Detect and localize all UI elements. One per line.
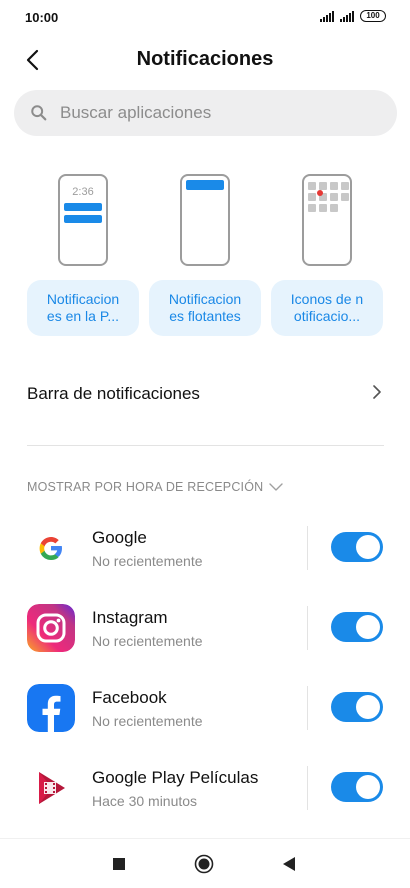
home-circle-icon	[194, 854, 214, 874]
battery-icon: 100	[360, 10, 386, 22]
signal-icon	[320, 10, 334, 22]
app-name: Google Play Películas	[92, 768, 259, 787]
app-name: Instagram	[92, 608, 168, 627]
app-last-notification: No recientemente	[92, 713, 203, 729]
recents-button[interactable]	[112, 857, 126, 876]
play-movies-notifications-toggle[interactable]	[331, 772, 383, 802]
navigation-bar	[0, 838, 410, 888]
app-row-instagram[interactable]: Instagram No recientemente	[0, 600, 410, 668]
sort-dropdown[interactable]: MOSTRAR POR HORA DE RECEPCIÓN	[27, 480, 284, 494]
signal-icon-2	[340, 10, 354, 22]
preview-time: 2:36	[72, 186, 94, 198]
triangle-back-icon	[283, 857, 295, 871]
floating-preview-icon	[180, 174, 230, 266]
row-separator	[307, 686, 308, 730]
app-last-notification: Hace 30 minutos	[92, 793, 198, 809]
notification-styles: 2:36 Notificaciones en la P... Notificac…	[0, 174, 410, 344]
lockscreen-notifications-label: Notificaciones en la P...	[46, 291, 120, 324]
status-icons: 100	[320, 10, 386, 22]
page-title: Notificaciones	[136, 48, 274, 70]
google-icon	[27, 524, 75, 572]
notification-bar-setting[interactable]: Barra de notificaciones	[0, 368, 410, 418]
facebook-icon	[27, 684, 75, 732]
instagram-notifications-toggle[interactable]	[331, 612, 383, 642]
home-button[interactable]	[194, 854, 214, 879]
chevron-down-icon	[269, 483, 284, 491]
chevron-right-icon	[373, 385, 381, 399]
search-icon	[31, 105, 47, 121]
app-row-facebook[interactable]: Facebook No recientemente	[0, 680, 410, 748]
instagram-icon	[27, 604, 75, 652]
google-notifications-toggle[interactable]	[331, 532, 383, 562]
app-name: Facebook	[92, 688, 167, 707]
status-time: 10:00	[25, 10, 59, 25]
row-separator	[307, 606, 308, 650]
notification-badges-button[interactable]: Iconos de notificacio...	[271, 280, 383, 336]
app-last-notification: No recientemente	[92, 633, 203, 649]
notification-bar-label: Barra de notificaciones	[27, 384, 200, 403]
floating-notifications-button[interactable]: Notificaciones flotantes	[149, 280, 261, 336]
square-icon	[113, 858, 125, 870]
lockscreen-preview-icon: 2:36	[58, 174, 108, 266]
status-bar: 10:00 100	[0, 0, 410, 36]
search-bar[interactable]	[14, 90, 397, 136]
notification-badges-label: Iconos de notificacio...	[290, 291, 364, 324]
play-movies-icon	[27, 764, 75, 812]
lockscreen-notifications-button[interactable]: Notificaciones en la P...	[27, 280, 139, 336]
app-last-notification: No recientemente	[92, 553, 203, 569]
row-separator	[307, 766, 308, 810]
app-row-google[interactable]: Google No recientemente	[0, 520, 410, 588]
divider	[27, 445, 384, 446]
back-nav-button[interactable]	[282, 856, 296, 877]
sort-label: MOSTRAR POR HORA DE RECEPCIÓN	[27, 480, 264, 494]
floating-notifications-label: Notificaciones flotantes	[168, 291, 242, 324]
badges-preview-icon	[302, 174, 352, 266]
search-input[interactable]	[60, 103, 360, 123]
app-name: Google	[92, 528, 147, 547]
app-row-play-movies[interactable]: Google Play Películas Hace 30 minutos	[0, 760, 410, 828]
header: Notificaciones	[0, 40, 410, 80]
row-separator	[307, 526, 308, 570]
facebook-notifications-toggle[interactable]	[331, 692, 383, 722]
